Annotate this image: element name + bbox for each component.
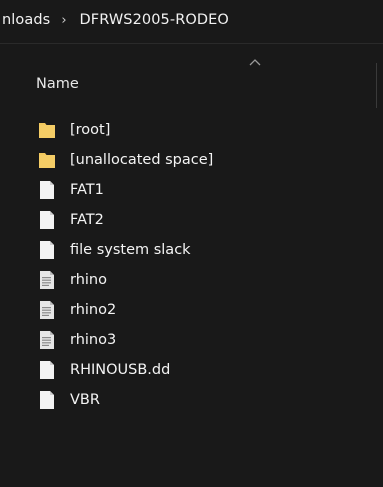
file-row[interactable]: VBR — [0, 385, 383, 415]
file-row[interactable]: FAT1 — [0, 175, 383, 205]
breadcrumb: nloads › DFRWS2005-RODEO — [0, 0, 383, 40]
file-name: FAT1 — [70, 182, 104, 198]
file-row[interactable]: rhino — [0, 265, 383, 295]
file-name: file system slack — [70, 242, 191, 258]
file-name: rhino — [70, 272, 107, 288]
column-header-name[interactable]: Name — [36, 76, 79, 92]
file-name: rhino3 — [70, 332, 117, 348]
breadcrumb-chevron-icon[interactable]: › — [61, 13, 66, 28]
breadcrumb-item-current-folder[interactable]: DFRWS2005-RODEO — [80, 12, 229, 28]
breadcrumb-item-downloads[interactable]: nloads — [2, 12, 50, 28]
file-name: FAT2 — [70, 212, 104, 228]
file-name: [unallocated space] — [70, 152, 214, 168]
sort-ascending-icon — [249, 58, 261, 66]
folder-icon — [38, 120, 56, 140]
blank-file-icon — [38, 240, 56, 260]
file-name: VBR — [70, 392, 100, 408]
text-file-icon — [38, 270, 56, 290]
file-name: RHINOUSB.dd — [70, 362, 171, 378]
blank-file-icon — [38, 210, 56, 230]
file-name: rhino2 — [70, 302, 117, 318]
folder-icon — [38, 150, 56, 170]
text-file-icon — [38, 330, 56, 350]
file-row[interactable]: rhino2 — [0, 295, 383, 325]
file-name: [root] — [70, 122, 111, 138]
blank-file-icon — [38, 390, 56, 410]
text-file-icon — [38, 300, 56, 320]
file-row[interactable]: [unallocated space] — [0, 145, 383, 175]
file-row[interactable]: file system slack — [0, 235, 383, 265]
column-resize-handle[interactable] — [376, 63, 377, 108]
file-row[interactable]: rhino3 — [0, 325, 383, 355]
blank-file-icon — [38, 180, 56, 200]
file-row[interactable]: [root] — [0, 115, 383, 145]
file-row[interactable]: RHINOUSB.dd — [0, 355, 383, 385]
file-row[interactable]: FAT2 — [0, 205, 383, 235]
file-list-view: Name [root] [unallocated space] FAT1 FAT2 fi… — [0, 44, 383, 487]
file-list: [root] [unallocated space] FAT1 FAT2 file sy… — [0, 115, 383, 415]
blank-file-icon — [38, 360, 56, 380]
